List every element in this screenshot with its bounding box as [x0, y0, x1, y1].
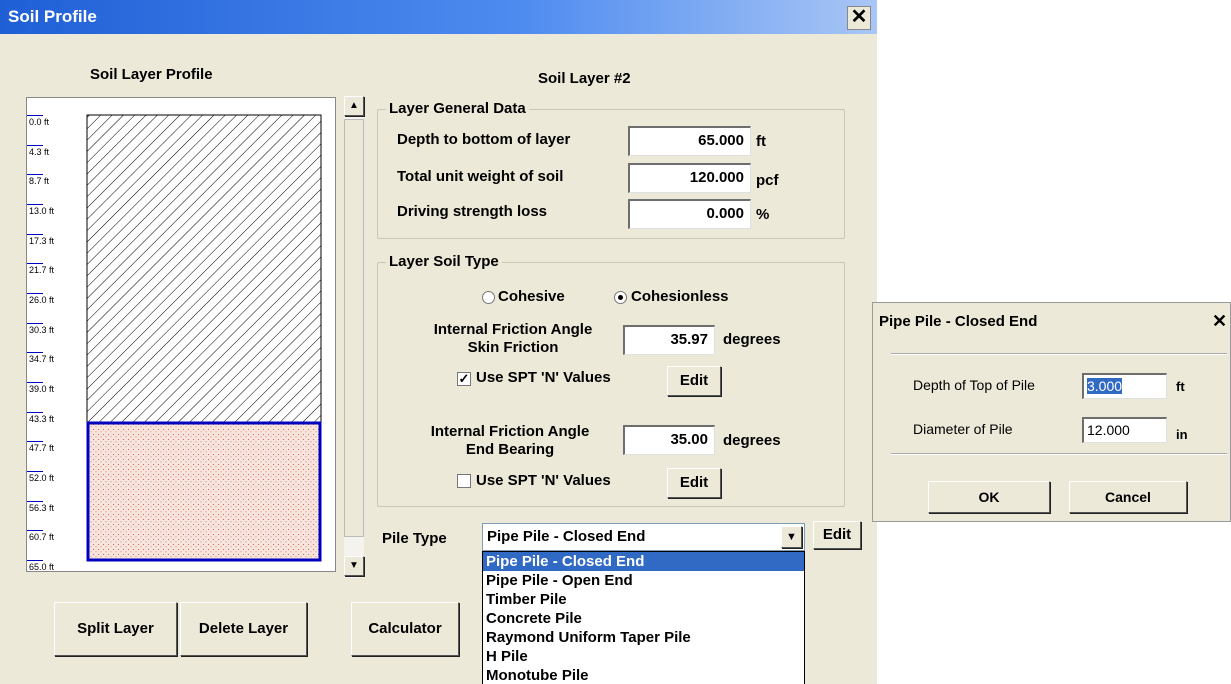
pile-type-select[interactable]: Pipe Pile - Closed End ▼: [482, 523, 805, 551]
scroll-up-button[interactable]: ▲: [344, 96, 364, 116]
pipe-pile-dialog: Pipe Pile - Closed End ✕ Depth of Top of…: [872, 302, 1231, 522]
pile-type-option[interactable]: Concrete Pile: [483, 609, 804, 628]
pile-type-option[interactable]: Pipe Pile - Closed End: [483, 552, 804, 571]
window-title: Soil Profile: [8, 7, 97, 26]
skin-angle-label-2: Skin Friction: [467, 339, 559, 356]
dialog-divider-bottom: [891, 453, 1227, 455]
end-angle-label-2: End Bearing: [465, 441, 555, 458]
weight-label: Total unit weight of soil: [397, 168, 564, 185]
top-of-pile-value: 3.000: [1087, 378, 1123, 394]
pile-type-options-list: Pipe Pile - Closed End Pipe Pile - Open E…: [482, 551, 805, 684]
cancel-button[interactable]: Cancel: [1069, 481, 1187, 513]
skin-spt-label[interactable]: Use SPT 'N' Values: [476, 369, 611, 386]
pile-type-value: Pipe Pile - Closed End: [487, 528, 646, 545]
skin-angle-field[interactable]: 35.97: [623, 325, 715, 355]
pile-type-option[interactable]: Timber Pile: [483, 590, 804, 609]
soil-type-title: Layer Soil Type: [386, 253, 502, 270]
end-angle-field[interactable]: 35.00: [623, 425, 715, 455]
end-angle-unit: degrees: [723, 432, 781, 449]
layer-graphic: [86, 114, 322, 562]
top-of-pile-label: Depth of Top of Pile: [913, 377, 1035, 393]
close-icon[interactable]: ✕: [847, 6, 871, 30]
dialog-title-bar: Pipe Pile - Closed End ✕: [873, 303, 1230, 341]
cohesionless-label[interactable]: Cohesionless: [631, 288, 729, 305]
end-angle-label-1: Internal Friction Angle: [430, 423, 590, 440]
skin-angle-unit: degrees: [723, 331, 781, 348]
weight-field[interactable]: 120.000: [628, 163, 751, 193]
scroll-up-icon: ▲: [349, 100, 359, 111]
cohesive-label[interactable]: Cohesive: [498, 288, 565, 305]
cohesive-radio[interactable]: [482, 291, 495, 304]
pile-type-option[interactable]: Raymond Uniform Taper Pile: [483, 628, 804, 647]
scroll-thumb[interactable]: [344, 119, 364, 537]
ok-button[interactable]: OK: [928, 481, 1050, 513]
dialog-title: Pipe Pile - Closed End: [879, 313, 1038, 330]
top-of-pile-field[interactable]: 3.000: [1082, 373, 1167, 399]
end-spt-edit-button[interactable]: Edit: [667, 468, 721, 498]
loss-field[interactable]: 0.000: [628, 199, 751, 229]
loss-label: Driving strength loss: [397, 203, 548, 220]
pile-type-option[interactable]: Monotube Pile: [483, 666, 804, 684]
calculator-button[interactable]: Calculator: [351, 602, 459, 656]
cohesionless-radio[interactable]: [614, 291, 627, 304]
dialog-divider-top: [891, 353, 1227, 355]
weight-unit: pcf: [756, 172, 779, 189]
top-of-pile-unit: ft: [1176, 379, 1185, 394]
general-data-title: Layer General Data: [386, 100, 529, 117]
diameter-unit: in: [1176, 427, 1188, 442]
split-layer-button[interactable]: Split Layer: [54, 602, 177, 656]
soil-profile-canvas[interactable]: 0.0 ft 4.3 ft 8.7 ft 13.0 ft 17.3 ft 21.7 ft 2…: [26, 97, 336, 572]
skin-angle-label-1: Internal Friction Angle: [433, 321, 593, 338]
profile-heading: Soil Layer Profile: [90, 66, 213, 83]
pile-type-option[interactable]: H Pile: [483, 647, 804, 666]
pile-type-edit-button[interactable]: Edit: [813, 521, 861, 549]
chevron-down-icon: ▼: [786, 531, 797, 543]
soil-layer-2: [86, 421, 322, 562]
end-spt-label[interactable]: Use SPT 'N' Values: [476, 472, 611, 489]
delete-layer-button[interactable]: Delete Layer: [180, 602, 307, 656]
depth-field[interactable]: 65.000: [628, 126, 751, 156]
depth-unit: ft: [756, 133, 766, 150]
scroll-down-icon: ▼: [349, 560, 359, 571]
depth-label: Depth to bottom of layer: [397, 131, 571, 148]
profile-scrollbar[interactable]: ▲ ▼: [344, 96, 364, 578]
end-spt-checkbox[interactable]: [457, 474, 471, 488]
dropdown-arrow-button[interactable]: ▼: [781, 526, 802, 548]
layer-heading: Soil Layer #2: [538, 70, 631, 87]
loss-unit: %: [756, 206, 770, 223]
pile-type-option[interactable]: Pipe Pile - Open End: [483, 571, 804, 590]
diameter-field[interactable]: 12.000: [1082, 417, 1167, 443]
soil-layer-1: [86, 114, 322, 423]
diameter-label: Diameter of Pile: [913, 421, 1013, 437]
soil-type-group: Layer Soil Type: [377, 253, 845, 507]
dialog-close-icon[interactable]: ✕: [1212, 311, 1227, 332]
pile-type-options: Pipe Pile - Closed End Pipe Pile - Open E…: [483, 552, 804, 684]
pile-type-label: Pile Type: [382, 530, 447, 547]
title-bar: Soil Profile: [0, 0, 877, 34]
scroll-down-button[interactable]: ▼: [344, 556, 364, 576]
skin-spt-edit-button[interactable]: Edit: [667, 366, 721, 396]
skin-spt-checkbox[interactable]: ✓: [457, 372, 471, 386]
